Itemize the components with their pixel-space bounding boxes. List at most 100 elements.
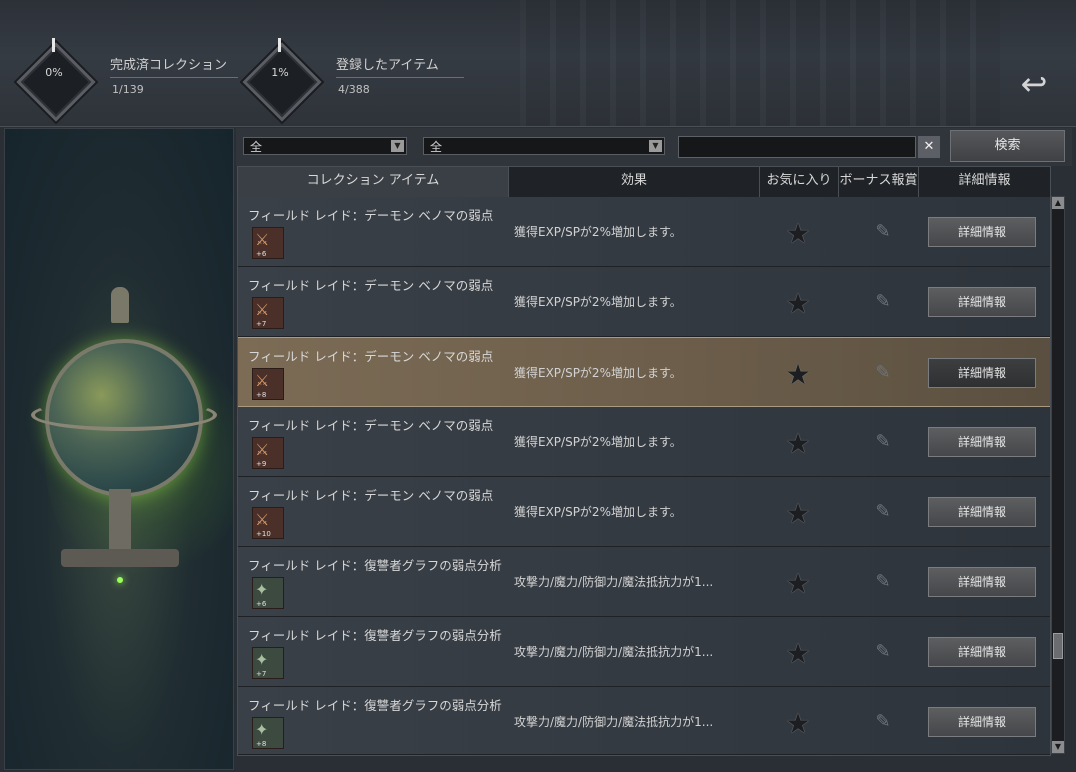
row-item-name: フィールド レイド：デーモン ベノマの弱点: [248, 208, 494, 221]
column-header-item[interactable]: コレクション アイテム: [238, 167, 509, 197]
chevron-down-icon[interactable]: ▼: [391, 140, 404, 152]
search-input[interactable]: [678, 136, 916, 158]
table-row[interactable]: フィールド レイド：復讐者グラフの弱点分析 ✦ +8 攻撃力/魔力/防御力/魔法抵…: [238, 687, 1050, 755]
favorite-star-icon[interactable]: ★: [783, 569, 813, 599]
column-header-detail[interactable]: 詳細情報: [919, 167, 1050, 197]
row-item-name: フィールド レイド：デーモン ベノマの弱点: [248, 278, 494, 291]
favorite-star-icon[interactable]: ★: [783, 360, 813, 390]
table-header: コレクション アイテム 効果 お気に入り ボーナス報賞 詳細情報: [238, 167, 1050, 198]
bonus-reward-icon: ✎: [875, 501, 891, 522]
detail-button[interactable]: 詳細情報: [928, 497, 1036, 527]
item-badge: +8: [256, 391, 267, 399]
globe-ring: [31, 399, 217, 431]
item-badge: +10: [256, 530, 271, 538]
item-badge: +9: [256, 460, 267, 468]
detail-button[interactable]: 詳細情報: [928, 287, 1036, 317]
detail-button[interactable]: 詳細情報: [928, 217, 1036, 247]
favorite-star-icon[interactable]: ★: [783, 289, 813, 319]
progress-tick-icon: [278, 38, 281, 52]
row-item-name: フィールド レイド：復讐者グラフの弱点分析: [248, 558, 502, 571]
favorite-star-icon[interactable]: ★: [783, 709, 813, 739]
search-button[interactable]: 検索: [950, 130, 1065, 162]
weapon-icon: ⚔: [255, 510, 270, 529]
row-effect: 獲得EXP/SPが2%増加します。: [514, 435, 682, 449]
collection-table: コレクション アイテム 効果 お気に入り ボーナス報賞 詳細情報 フィールド レ…: [237, 166, 1051, 756]
column-header-effect[interactable]: 効果: [509, 167, 760, 197]
chevron-down-icon[interactable]: ▼: [649, 140, 662, 152]
globe-finial: [111, 287, 129, 323]
weapon-icon: ⚔: [255, 300, 270, 319]
filter-select-2-value: 全: [430, 140, 443, 154]
completed-progress-diamond: 0%: [14, 38, 96, 122]
table-row[interactable]: フィールド レイド：デーモン ベノマの弱点 ⚔ +6 獲得EXP/SPが2%増加し…: [238, 197, 1050, 267]
scrollbar-thumb[interactable]: [1053, 633, 1063, 659]
filter-select-1-value: 全: [250, 140, 263, 154]
row-item-name: フィールド レイド：デーモン ベノマの弱点: [248, 418, 494, 431]
row-item-name: フィールド レイド：デーモン ベノマの弱点: [248, 488, 494, 501]
favorite-star-icon[interactable]: ★: [783, 499, 813, 529]
table-scrollbar[interactable]: ▲ ▼: [1051, 196, 1065, 754]
registered-label: 登録したアイテム: [336, 58, 439, 73]
filter-bar: 全 ▼ 全 ▼ ✕ 検索: [236, 128, 1072, 166]
weapon-icon: ⚔: [255, 440, 270, 459]
accessory-icon: ✦: [255, 580, 269, 599]
item-thumbnail: ⚔ +9: [252, 437, 284, 469]
column-header-favorite[interactable]: お気に入り: [760, 167, 839, 197]
item-thumbnail: ✦ +8: [252, 717, 284, 749]
item-badge: +6: [256, 600, 267, 608]
favorite-star-icon[interactable]: ★: [783, 219, 813, 249]
completed-label: 完成済コレクション: [110, 58, 228, 73]
table-row[interactable]: フィールド レイド：復讐者グラフの弱点分析 ✦ +7 攻撃力/魔力/防御力/魔法抵…: [238, 617, 1050, 687]
weapon-icon: ⚔: [255, 230, 270, 249]
row-effect: 獲得EXP/SPが2%増加します。: [514, 295, 682, 309]
scroll-up-icon[interactable]: ▲: [1052, 197, 1064, 209]
divider: [110, 77, 238, 78]
filter-select-1[interactable]: 全 ▼: [243, 137, 407, 155]
row-item-name: フィールド レイド：復讐者グラフの弱点分析: [248, 628, 502, 641]
item-thumbnail: ⚔ +10: [252, 507, 284, 539]
bonus-reward-icon: ✎: [875, 431, 891, 452]
bonus-reward-icon: ✎: [875, 221, 891, 242]
bonus-reward-icon: ✎: [875, 571, 891, 592]
spark-icon: [117, 577, 123, 583]
item-thumbnail: ✦ +6: [252, 577, 284, 609]
bonus-reward-icon: ✎: [875, 711, 891, 732]
row-item-name: フィールド レイド：デーモン ベノマの弱点: [248, 349, 494, 362]
detail-button[interactable]: 詳細情報: [928, 707, 1036, 737]
header-decoration: [520, 0, 1000, 126]
row-item-name: フィールド レイド：復讐者グラフの弱点分析: [248, 698, 502, 711]
table-row[interactable]: フィールド レイド：デーモン ベノマの弱点 ⚔ +7 獲得EXP/SPが2%増加し…: [238, 267, 1050, 337]
globe-base: [61, 549, 179, 567]
favorite-star-icon[interactable]: ★: [783, 639, 813, 669]
close-icon[interactable]: ✕: [918, 136, 940, 158]
completed-percent: 0%: [45, 66, 63, 79]
weapon-icon: ⚔: [255, 371, 270, 390]
favorite-star-icon[interactable]: ★: [783, 429, 813, 459]
table-row[interactable]: フィールド レイド：デーモン ベノマの弱点 ⚔ +9 獲得EXP/SPが2%増加し…: [238, 407, 1050, 477]
item-thumbnail: ✦ +7: [252, 647, 284, 679]
accessory-icon: ✦: [255, 650, 269, 669]
column-header-bonus[interactable]: ボーナス報賞: [839, 167, 919, 197]
table-row-selected[interactable]: フィールド レイド：デーモン ベノマの弱点 ⚔ +8 獲得EXP/SPが2%増加し…: [238, 337, 1050, 407]
detail-button[interactable]: 詳細情報: [928, 637, 1036, 667]
detail-button[interactable]: 詳細情報: [928, 567, 1036, 597]
detail-button[interactable]: 詳細情報: [928, 427, 1036, 457]
item-thumbnail: ⚔ +6: [252, 227, 284, 259]
detail-button[interactable]: 詳細情報: [928, 358, 1036, 388]
collection-header: 0% 完成済コレクション 1/139 1% 登録したアイテム 4/388 ↩: [0, 0, 1076, 127]
row-effect: 獲得EXP/SPが2%増加します。: [514, 225, 682, 239]
registered-progress-diamond: 1%: [240, 38, 322, 122]
row-effect: 獲得EXP/SPが2%増加します。: [514, 366, 682, 380]
item-badge: +6: [256, 250, 267, 258]
progress-tick-icon: [52, 38, 55, 52]
item-badge: +7: [256, 320, 267, 328]
bonus-reward-icon: ✎: [875, 641, 891, 662]
table-row[interactable]: フィールド レイド：復讐者グラフの弱点分析 ✦ +6 攻撃力/魔力/防御力/魔法抵…: [238, 547, 1050, 617]
item-thumbnail: ⚔ +8: [252, 368, 284, 400]
scroll-down-icon[interactable]: ▼: [1052, 741, 1064, 753]
back-arrow-icon[interactable]: ↩: [1014, 64, 1054, 104]
filter-select-2[interactable]: 全 ▼: [423, 137, 665, 155]
row-effect: 攻撃力/魔力/防御力/魔法抵抗力が1...: [514, 575, 714, 589]
table-row[interactable]: フィールド レイド：デーモン ベノマの弱点 ⚔ +10 獲得EXP/SPが2%増加…: [238, 477, 1050, 547]
row-effect: 攻撃力/魔力/防御力/魔法抵抗力が1...: [514, 715, 714, 729]
